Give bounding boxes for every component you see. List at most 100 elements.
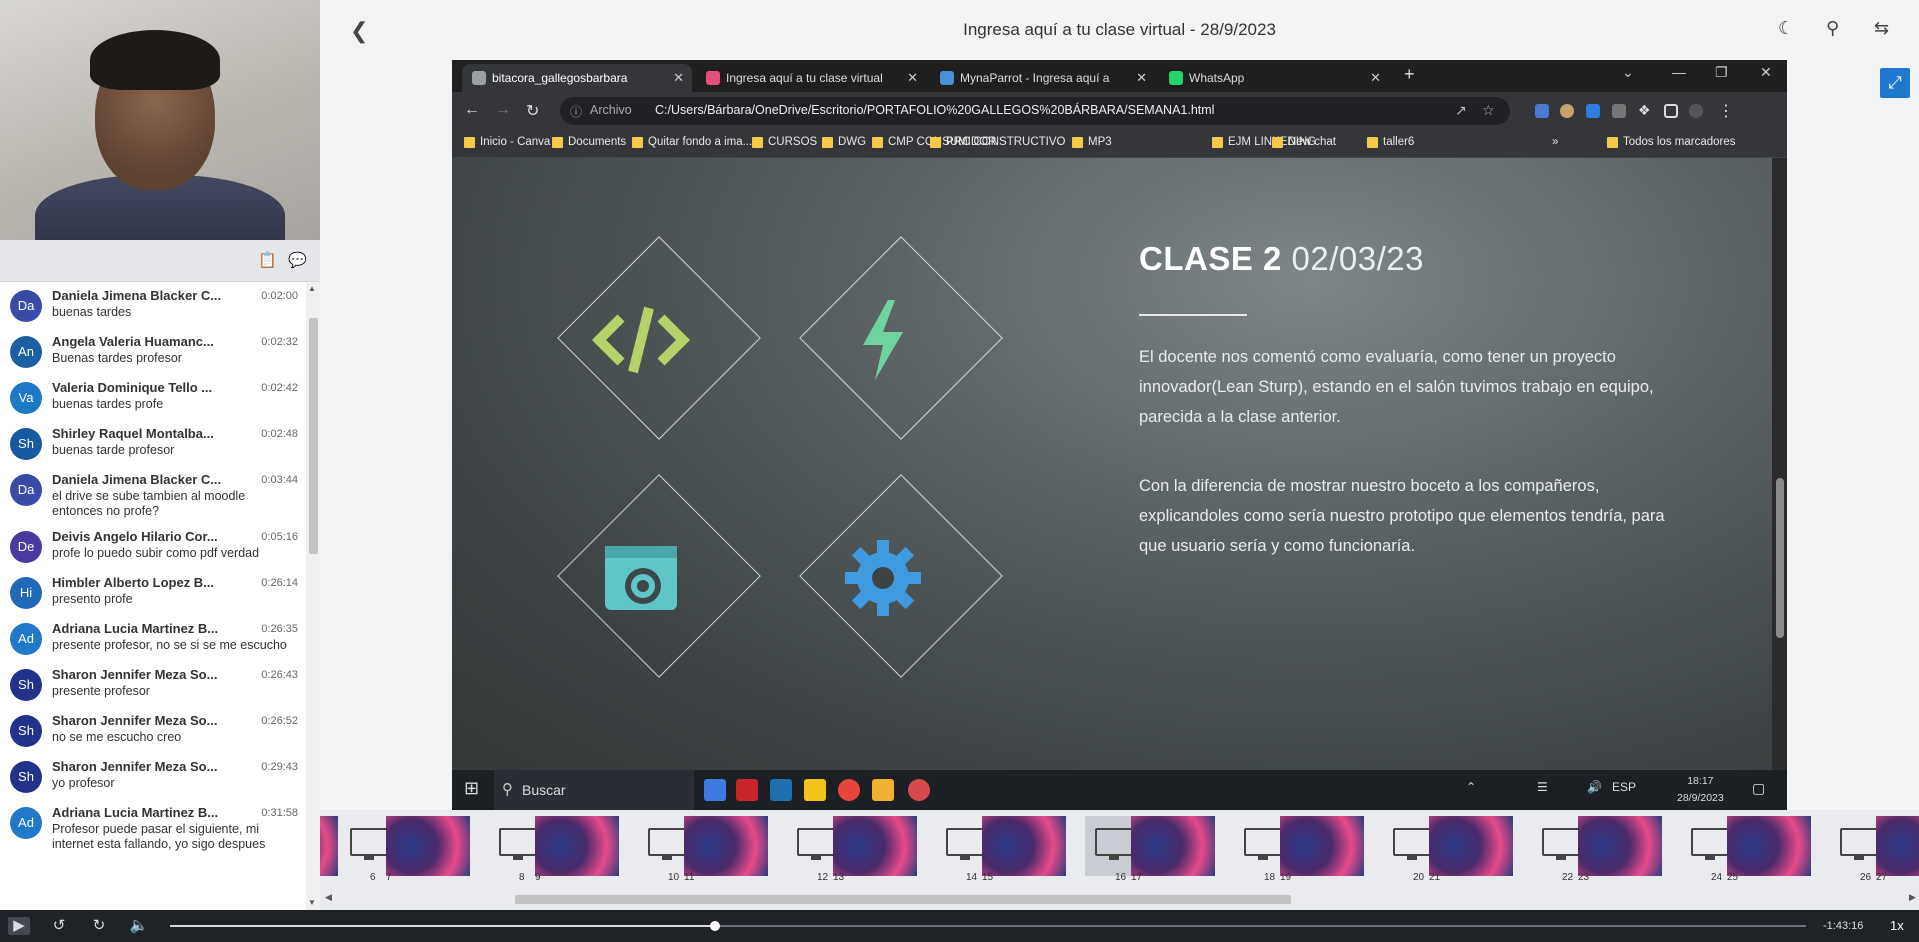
taskbar-clock[interactable]: 18:17 28/9/2023	[1677, 773, 1724, 807]
slide-thumbnail[interactable]: 7	[386, 816, 470, 883]
extension-gray-icon[interactable]	[1612, 104, 1626, 118]
message-text: buenas tardes	[52, 305, 132, 319]
bookmark-star-icon[interactable]: ☆	[1482, 102, 1495, 119]
file-explorer-icon[interactable]	[872, 779, 894, 801]
progress-track[interactable]	[170, 921, 1806, 931]
playback-speed[interactable]: 1x	[1890, 918, 1904, 933]
message-time: 0:02:48	[261, 428, 298, 440]
slide-thumbnail[interactable]: 21	[1429, 816, 1513, 883]
monitor-icon	[1393, 828, 1431, 856]
slide-thumbnail[interactable]: 19	[1280, 816, 1364, 883]
thumbnail-number: 13	[833, 872, 845, 883]
extension-blue-icon[interactable]	[1586, 104, 1600, 118]
slide-thumbnail[interactable]: 25	[1727, 816, 1811, 883]
recording-player: 📋 💬 Da Daniela Jimena Blacker C... 0:02:00…	[0, 0, 1919, 942]
folder-icon	[1212, 137, 1223, 148]
progress-knob[interactable]	[709, 921, 720, 931]
new-tab-icon[interactable]: +	[1404, 64, 1415, 85]
taskbar-app-icon[interactable]	[704, 779, 726, 801]
app-blue-icon[interactable]	[770, 779, 792, 801]
thumbnail-number: 19	[1280, 872, 1292, 883]
restore-icon[interactable]: ❐	[1715, 64, 1728, 81]
slide-thumbnail[interactable]: 17	[1131, 816, 1215, 883]
slide-thumbnail[interactable]: 23	[1578, 816, 1662, 883]
tab-clase-virtual[interactable]: Ingresa aquí a tu clase virtual ✕	[696, 64, 926, 92]
url-field[interactable]: ⓘ Archivo C:/Users/Bárbara/OneDrive/Escr…	[560, 97, 1510, 125]
message-text: buenas tarde profesor	[52, 443, 175, 457]
bookmark-item[interactable]: New chat	[1272, 136, 1336, 148]
slide-thumbnail[interactable]	[320, 816, 338, 876]
extensions-puzzle-icon[interactable]: ❖	[1638, 102, 1651, 119]
chat-bubbles-icon[interactable]: 💬	[288, 252, 307, 270]
bookmark-item[interactable]: PRC CONSTRUCTIVO	[930, 136, 1065, 148]
reload-icon[interactable]: ↻	[526, 101, 539, 121]
bookmark-item[interactable]: »	[1552, 136, 1558, 148]
slide-thumbnail[interactable]: 27	[1876, 816, 1919, 883]
chrome-icon[interactable]	[838, 779, 860, 801]
tab-list-icon[interactable]: ⌄	[1622, 64, 1634, 81]
strip-scrollbar[interactable]: ◀ ▶	[320, 892, 1919, 906]
sticky-notes-icon[interactable]	[804, 779, 826, 801]
monitor-icon	[1095, 828, 1133, 856]
volume-icon[interactable]: 🔊	[1587, 780, 1602, 794]
thumbnail-number: 25	[1727, 872, 1739, 883]
folder-icon	[822, 137, 833, 148]
extension-translate-icon[interactable]	[1535, 104, 1549, 118]
fullscreen-icon[interactable]: ⤢	[1880, 68, 1910, 98]
thumbnail-number: 14	[966, 872, 978, 883]
minimize-icon[interactable]: —	[1672, 64, 1686, 80]
close-window-icon[interactable]: ✕	[1760, 64, 1772, 81]
thumbnail-number: 16	[1115, 872, 1127, 883]
bookmark-item[interactable]: DWG	[822, 136, 866, 148]
wifi-icon[interactable]: ☰	[1537, 780, 1548, 794]
info-icon[interactable]: ⓘ	[570, 103, 582, 120]
bookmark-item[interactable]: Quitar fondo a ima...	[632, 136, 752, 148]
message-time: 0:26:14	[261, 577, 298, 589]
bookmark-item[interactable]: Documents	[552, 136, 626, 148]
slide-thumbnail[interactable]: 9	[535, 816, 619, 883]
notifications-icon[interactable]: ▢	[1752, 780, 1765, 797]
tab-whatsapp[interactable]: WhatsApp ✕	[1159, 64, 1389, 92]
nav-forward-icon[interactable]: →	[495, 101, 511, 119]
play-icon[interactable]: ▶	[8, 917, 30, 935]
message-time: 0:03:44	[261, 474, 298, 486]
app-red-icon[interactable]	[908, 779, 930, 801]
slide-thumbnail[interactable]: 13	[833, 816, 917, 883]
bookmark-item[interactable]: CURSOS	[752, 136, 817, 148]
share-icon[interactable]: ↗	[1455, 102, 1467, 119]
extension-face-icon[interactable]	[1560, 104, 1574, 118]
nav-back-icon[interactable]: ←	[464, 101, 480, 119]
bookmark-item[interactable]: Inicio - Canva	[464, 136, 550, 148]
message-time: 0:02:42	[261, 382, 298, 394]
tab-bitacora[interactable]: bitacora_gallegosbarbara ✕	[462, 64, 692, 92]
page-scrollbar[interactable]	[1772, 158, 1787, 770]
message-author: Angela Valeria Huamanc...	[52, 334, 214, 349]
rewind-icon[interactable]: ↺	[48, 917, 70, 935]
dark-mode-icon[interactable]: ☾	[1778, 18, 1794, 39]
chat-scrollbar[interactable]: ▲ ▼	[306, 282, 320, 910]
profile-avatar[interactable]	[1689, 104, 1703, 118]
slide-thumbnail[interactable]: 15	[982, 816, 1066, 883]
bookmark-item[interactable]: taller6	[1367, 136, 1414, 148]
windows-start-icon[interactable]: ⊞	[464, 778, 479, 799]
tray-chevron-icon[interactable]: ⌃	[1466, 780, 1476, 794]
forward-icon[interactable]: ↻	[88, 917, 110, 935]
thumbnail-number: 21	[1429, 872, 1441, 883]
volume-icon[interactable]: 🔈	[128, 917, 150, 935]
menu-kebab-icon[interactable]: ⋮	[1718, 101, 1734, 121]
message-author: Deivis Angelo Hilario Cor...	[52, 529, 218, 544]
taskbar-search[interactable]: ⚲ Buscar	[494, 770, 694, 810]
tab-mynaparrot[interactable]: MynaParrot - Ingresa aquí a ✕	[930, 64, 1155, 92]
search-icon[interactable]: ⚲	[1826, 18, 1839, 39]
sidepanel-icon[interactable]	[1664, 104, 1678, 118]
slide-thumbnail[interactable]: 11	[684, 816, 768, 883]
folder-icon	[632, 137, 643, 148]
bookmark-item[interactable]: Todos los marcadores	[1607, 136, 1736, 148]
swap-icon[interactable]: ⇆	[1874, 18, 1889, 39]
acrobat-icon[interactable]	[736, 779, 758, 801]
browser-tabbar: bitacora_gallegosbarbara ✕ Ingresa aquí a…	[452, 60, 1787, 92]
language-indicator[interactable]: ESP	[1612, 780, 1636, 794]
clipboard-icon[interactable]: 📋	[258, 252, 277, 270]
message-time: 0:26:35	[261, 623, 298, 635]
bookmark-item[interactable]: MP3	[1072, 136, 1112, 148]
